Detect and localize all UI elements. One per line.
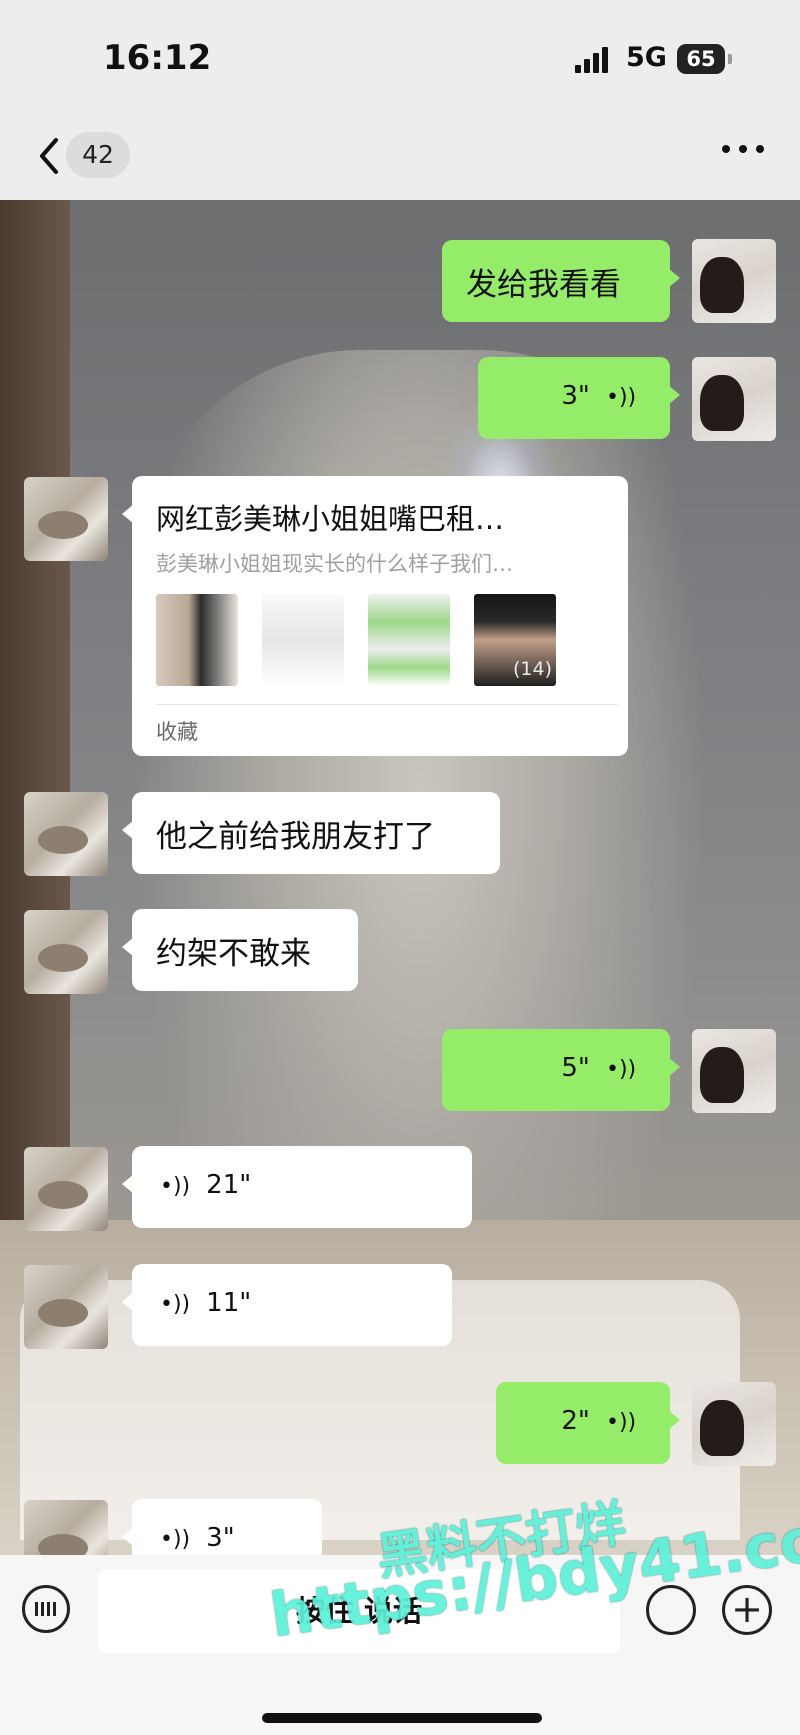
image-count: (14) <box>512 658 552 680</box>
self-avatar[interactable] <box>692 357 776 441</box>
incoming-voice-message[interactable]: •)) 11" <box>122 1264 452 1346</box>
voice-duration: 11" <box>206 1288 252 1318</box>
more-options-icon[interactable] <box>722 142 766 156</box>
battery-icon: 65 <box>677 44 725 74</box>
unread-count-badge[interactable]: 42 <box>66 132 130 178</box>
network-type: 5G <box>626 42 667 73</box>
voice-wave-icon: •)) <box>160 1292 191 1317</box>
self-avatar[interactable] <box>692 1029 776 1113</box>
shared-favorite-card[interactable]: 网红彭美琳小姐姐嘴巴租… 彭美琳小姐姐现实长的什么样子我们… (14) 收藏 <box>122 476 628 756</box>
status-bar: 16:12 5G 65 <box>0 0 800 110</box>
card-thumbnail <box>368 594 450 686</box>
card-thumbnail: (14) <box>474 594 556 686</box>
contact-avatar[interactable] <box>24 1265 108 1349</box>
message-text: 约架不敢来 <box>156 936 311 972</box>
battery-tip <box>728 54 732 64</box>
divider <box>156 704 618 705</box>
voice-duration: 5" <box>561 1053 590 1083</box>
chat-header: 42 <box>0 110 800 200</box>
voice-wave-icon: ((• <box>605 385 636 410</box>
incoming-text-message[interactable]: 约架不敢来 <box>122 909 358 991</box>
voice-duration: 21" <box>206 1170 252 1200</box>
card-thumbnail <box>262 594 344 686</box>
outgoing-voice-message[interactable]: 3" ((• <box>478 357 680 439</box>
contact-avatar[interactable] <box>24 910 108 994</box>
voice-wave-icon: •)) <box>160 1527 191 1552</box>
keyboard-toggle-icon[interactable] <box>22 1585 70 1633</box>
incoming-voice-message[interactable]: •)) 3" <box>122 1499 322 1555</box>
card-source-label: 收藏 <box>156 720 198 744</box>
status-time: 16:12 <box>103 38 212 78</box>
outgoing-voice-message[interactable]: 5" ((• <box>442 1029 680 1111</box>
incoming-text-message[interactable]: 他之前给我朋友打了 <box>122 792 500 874</box>
voice-duration: 2" <box>561 1406 590 1436</box>
card-title: 网红彭美琳小姐姐嘴巴租… <box>156 502 505 536</box>
message-text: 发给我看看 <box>466 267 621 303</box>
add-attachment-icon[interactable]: + <box>722 1585 772 1635</box>
outgoing-text-message[interactable]: 发给我看看 <box>442 240 680 322</box>
contact-avatar[interactable] <box>24 792 108 876</box>
voice-wave-icon: ((• <box>605 1410 636 1435</box>
contact-avatar[interactable] <box>24 1147 108 1231</box>
background-photo-door <box>0 200 70 1280</box>
signal-icon <box>575 47 609 73</box>
voice-duration: 3" <box>561 381 590 411</box>
contact-avatar[interactable] <box>24 477 108 561</box>
outgoing-voice-message[interactable]: 2" ((• <box>496 1382 680 1464</box>
incoming-voice-message[interactable]: •)) 21" <box>122 1146 472 1228</box>
card-thumbnails: (14) <box>156 594 576 686</box>
card-thumbnail <box>156 594 238 686</box>
contact-avatar[interactable] <box>24 1500 108 1555</box>
self-avatar[interactable] <box>692 239 776 323</box>
voice-duration: 3" <box>206 1523 235 1553</box>
chat-area[interactable]: 发给我看看 3" ((• 网红彭美琳小姐姐嘴巴租… 彭美琳小姐姐现实长的什么样子我… <box>0 200 800 1555</box>
voice-wave-icon: •)) <box>160 1174 191 1199</box>
card-description: 彭美琳小姐姐现实长的什么样子我们… <box>156 552 513 576</box>
self-avatar[interactable] <box>692 1382 776 1466</box>
voice-wave-icon: ((• <box>605 1057 636 1082</box>
message-text: 他之前给我朋友打了 <box>156 819 435 855</box>
home-indicator <box>262 1713 542 1723</box>
